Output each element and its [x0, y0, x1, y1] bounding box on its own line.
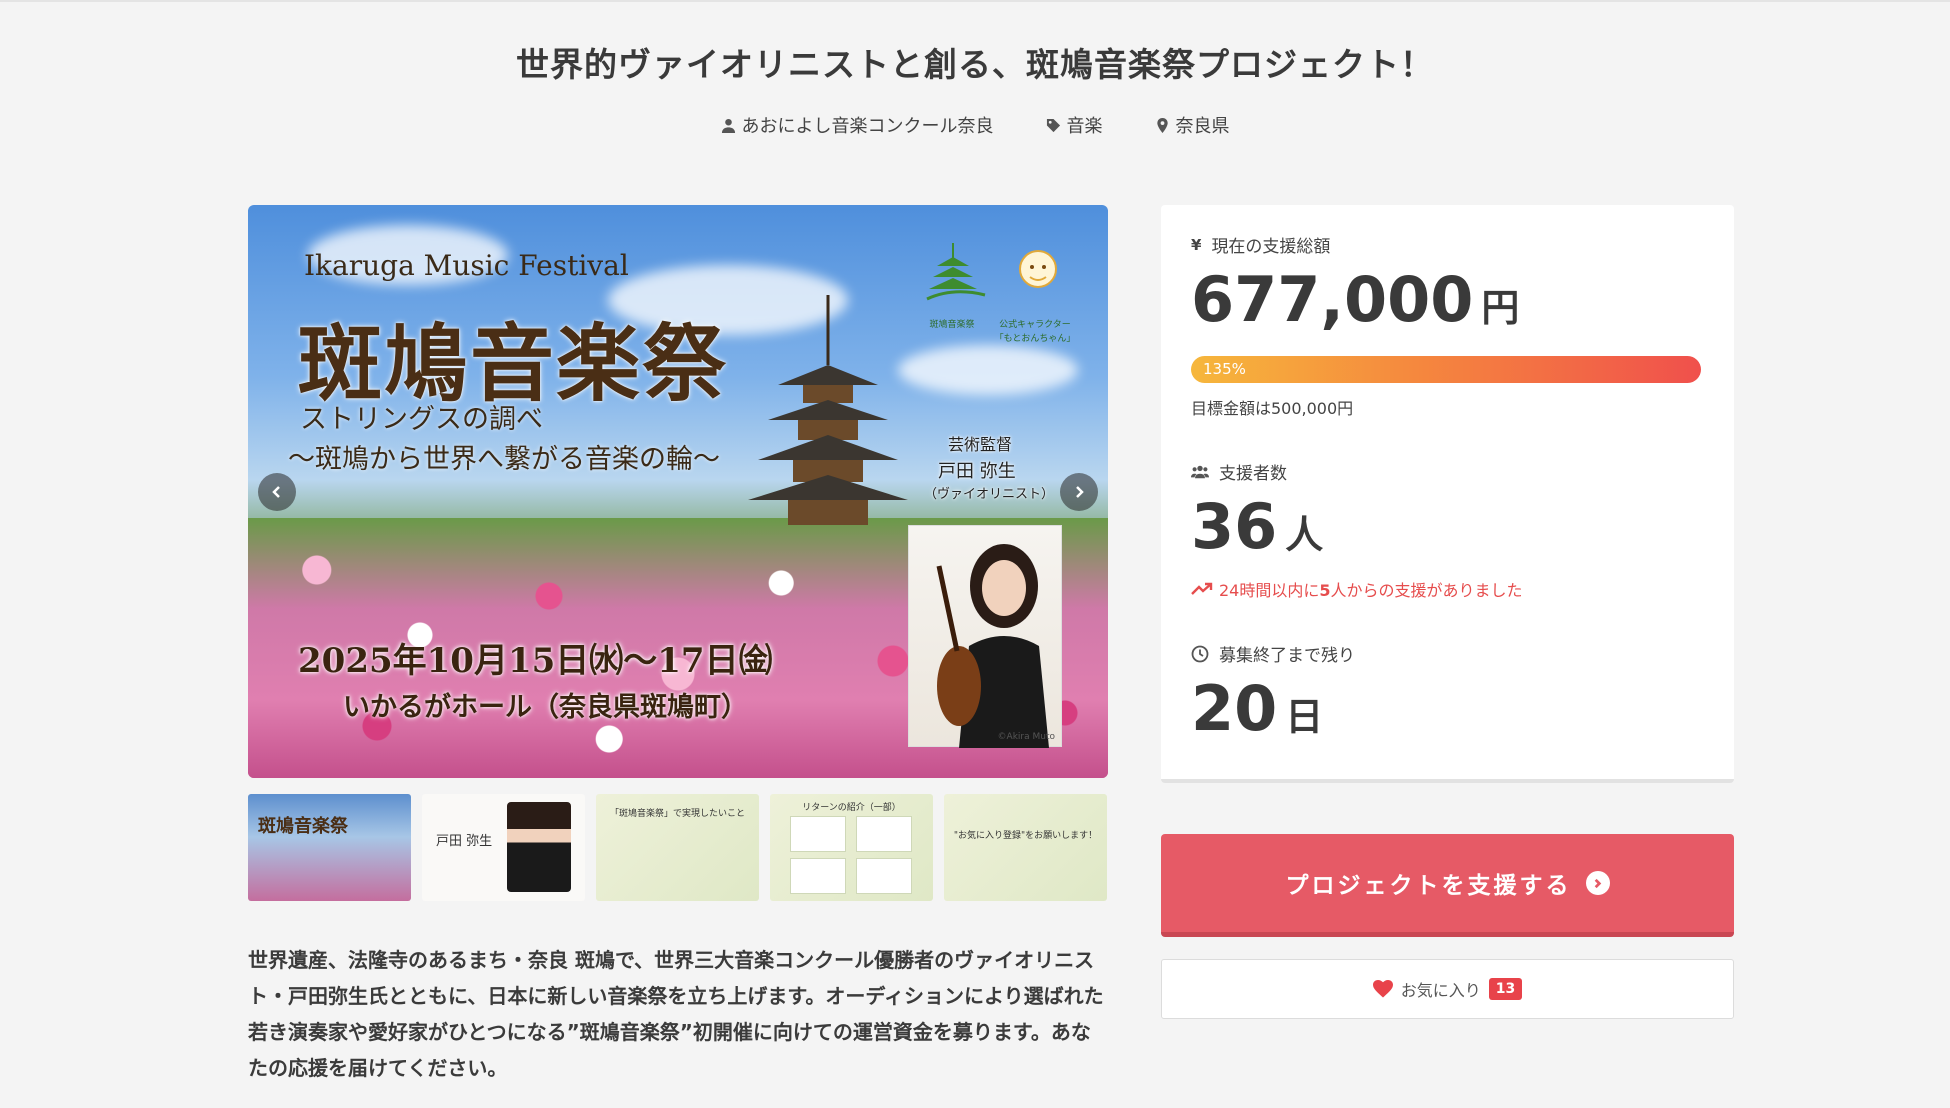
- progress-label: 135%: [1203, 360, 1246, 378]
- support-button-label: プロジェクトを支援する: [1285, 873, 1572, 899]
- trend-count: 5: [1319, 581, 1331, 600]
- thumbnail-caption: 「斑鳩音楽祭」で実現したいこと: [609, 809, 745, 819]
- remaining-value: 20 日: [1191, 672, 1323, 745]
- photo-credit: ©Akira Muto: [997, 732, 1055, 742]
- remaining-number: 20: [1191, 672, 1278, 745]
- heart-icon: [1372, 980, 1393, 998]
- supporters-label: 支援者数: [1219, 464, 1287, 484]
- logo-caption: 斑鳩音楽祭: [929, 320, 975, 330]
- remaining-label: 募集終了まで残り: [1219, 646, 1355, 666]
- director-name: 戸田 弥生: [938, 461, 1016, 482]
- hero-subtitle: ストリングスの調べ: [300, 404, 543, 435]
- thumbnail-caption: 斑鳩音楽祭: [258, 816, 348, 837]
- thumbnail-photo: [507, 802, 571, 892]
- location-link[interactable]: 奈良県: [1155, 112, 1230, 138]
- project-description: 世界遺産、法隆寺のあるまち・奈良 斑鳩で、世界三大音楽コンクール優勝者のヴァイオ…: [248, 948, 1104, 1080]
- return-card: [790, 816, 846, 852]
- chevron-left-icon: [272, 486, 280, 498]
- amount-value: 677,000 円: [1191, 263, 1519, 336]
- director-note: （ヴァイオリニスト）: [924, 487, 1055, 502]
- category-link[interactable]: 音楽: [1046, 112, 1103, 138]
- trending-up-icon: [1191, 582, 1213, 595]
- user-icon: [721, 118, 735, 133]
- chevron-right-circle-icon: [1585, 871, 1610, 895]
- festival-logos: 斑鳩音楽祭 公式キャラクター 「もとおんちゃん」: [913, 241, 1075, 371]
- chevron-right-icon: [1076, 486, 1084, 498]
- funding-stats-panel: ¥ 現在の支援総額 677,000 円 135% 目標金額は500,000円 支援…: [1161, 205, 1734, 783]
- amount-number: 677,000: [1191, 263, 1474, 336]
- thumbnail-5[interactable]: "お気に入り登録"をお願いします！: [944, 794, 1107, 901]
- mascot-logo: [1019, 250, 1057, 288]
- hero-image: Ikaruga Music Festival 斑鳩音楽祭 ストリングスの調べ 〜…: [248, 205, 1108, 778]
- thumbnail-4[interactable]: リターンの紹介（一部）: [770, 794, 933, 901]
- project-title: 世界的ヴァイオリニストと創る、斑鳩音楽祭プロジェクト！: [516, 45, 1434, 84]
- return-card: [856, 858, 912, 894]
- support-project-button[interactable]: プロジェクトを支援する: [1161, 834, 1734, 937]
- goal-amount: 目標金額は500,000円: [1191, 399, 1354, 418]
- progress-bar: 135%: [1191, 356, 1701, 383]
- thumbnail-strip: 斑鳩音楽祭 戸田 弥生 「斑鳩音楽祭」で実現したいこと リターンの紹介（一部） …: [248, 794, 1107, 901]
- trend-prefix: 24時間以内に: [1219, 581, 1320, 600]
- project-meta: あおによし音楽コンクール奈良 音楽 奈良県: [0, 112, 1950, 138]
- thumbnail-1[interactable]: 斑鳩音楽祭: [248, 794, 411, 901]
- owner-name: あおによし音楽コンクール奈良: [741, 116, 994, 137]
- thumbnail-2[interactable]: 戸田 弥生: [422, 794, 585, 901]
- favorite-count-badge: 13: [1488, 978, 1523, 1000]
- hero-date: 2025年10月15日㈬〜17日㈮: [298, 641, 773, 681]
- remaining-label-row: 募集終了まで残り: [1191, 641, 1355, 666]
- slider-prev-button[interactable]: [258, 473, 296, 511]
- mascot-caption: 公式キャラクター: [999, 320, 1071, 330]
- hero-title-en: Ikaruga Music Festival: [304, 249, 629, 282]
- supporters-label-row: 支援者数: [1191, 459, 1287, 484]
- mascot-name: 「もとおんちゃん」: [994, 334, 1076, 344]
- thumbnail-caption: リターンの紹介（一部）: [802, 803, 901, 813]
- pagoda-illustration: [748, 295, 908, 525]
- slider-next-button[interactable]: [1060, 473, 1098, 511]
- hero-tagline: 〜斑鳩から世界へ繋がる音楽の輪〜: [288, 444, 720, 475]
- supporters-unit: 人: [1285, 513, 1324, 557]
- festival-logo: [926, 243, 986, 301]
- thumbnail-caption: 戸田 弥生: [436, 834, 493, 849]
- thumbnail-3[interactable]: 「斑鳩音楽祭」で実現したいこと: [596, 794, 759, 901]
- director-role: 芸術監督: [948, 435, 1013, 454]
- amount-label: 現在の支援総額: [1211, 237, 1331, 257]
- return-card: [790, 858, 846, 894]
- favorite-button[interactable]: お気に入り 13: [1161, 959, 1734, 1019]
- amount-unit: 円: [1481, 286, 1520, 330]
- yen-icon: ¥: [1191, 235, 1202, 254]
- thumbnail-caption: "お気に入り登録"をお願いします！: [953, 831, 1098, 841]
- clock-icon: [1191, 645, 1209, 662]
- supporters-value: 36 人: [1191, 490, 1323, 563]
- return-card: [856, 816, 912, 852]
- category-name: 音楽: [1066, 116, 1103, 137]
- location-name: 奈良県: [1175, 116, 1230, 137]
- favorite-label: お気に入り: [1400, 981, 1481, 1000]
- map-pin-icon: [1156, 117, 1168, 133]
- tag-icon: [1046, 118, 1060, 132]
- violinist-portrait: ©Akira Muto: [908, 525, 1062, 748]
- remaining-unit: 日: [1285, 695, 1324, 739]
- trend-suffix: 人からの支援がありました: [1330, 581, 1523, 600]
- amount-label-row: ¥ 現在の支援総額: [1191, 232, 1331, 258]
- hero-venue: いかるがホール（奈良県斑鳩町）: [343, 692, 748, 723]
- users-icon: [1191, 465, 1209, 478]
- violinist-photo: [936, 544, 1049, 748]
- supporters-number: 36: [1191, 490, 1278, 563]
- owner-link[interactable]: あおによし音楽コンクール奈良: [721, 112, 994, 138]
- recent-support-notice: 24時間以内に5人からの支援がありました: [1191, 577, 1523, 601]
